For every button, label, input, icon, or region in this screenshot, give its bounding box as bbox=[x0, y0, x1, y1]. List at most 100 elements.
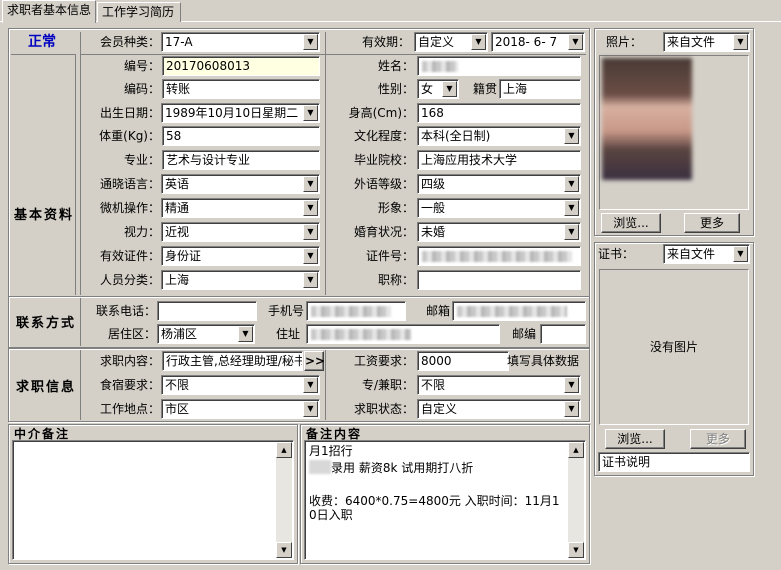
category-select[interactable]: 上海 ▼ bbox=[161, 270, 320, 290]
job-content-more-button[interactable]: >> bbox=[304, 351, 325, 371]
chevron-down-icon: ▼ bbox=[471, 34, 486, 50]
job-state-select[interactable]: 自定义 ▼ bbox=[417, 399, 581, 419]
category-label: 人员分类： bbox=[99, 273, 160, 287]
chevron-down-icon: ▼ bbox=[564, 377, 579, 393]
marriage-label: 婚育状况： bbox=[353, 225, 414, 239]
section-contact: 联系方式 bbox=[16, 316, 77, 331]
job-title-field[interactable] bbox=[417, 270, 581, 290]
certificate-number-field[interactable] bbox=[417, 246, 581, 266]
section-basic: 基本资料 bbox=[14, 208, 75, 223]
school-field[interactable]: 上海应用技术大学 bbox=[417, 150, 581, 170]
gender-select[interactable]: 女 ▼ bbox=[417, 79, 459, 99]
job-type-label: 专/兼职： bbox=[361, 378, 414, 392]
language-select[interactable]: 英语 ▼ bbox=[161, 174, 320, 194]
appearance-select[interactable]: 一般 ▼ bbox=[417, 198, 581, 218]
phone-field[interactable] bbox=[157, 301, 257, 321]
chevron-down-icon: ▼ bbox=[303, 248, 318, 264]
marriage-select[interactable]: 未婚 ▼ bbox=[417, 222, 581, 242]
chevron-down-icon: ▼ bbox=[564, 176, 579, 192]
validity-label: 有效期： bbox=[361, 35, 410, 49]
scrollbar[interactable]: ▲ ▼ bbox=[568, 442, 584, 558]
vision-select[interactable]: 近视 ▼ bbox=[161, 222, 320, 242]
code-label: 编码： bbox=[123, 82, 160, 96]
zip-label: 邮编 bbox=[511, 327, 536, 341]
certificate-type-label: 有效证件： bbox=[99, 249, 160, 263]
scroll-up-icon: ▲ bbox=[276, 442, 292, 458]
birth-label: 出生日期： bbox=[99, 106, 160, 120]
certificate-description-field[interactable]: 证书说明 bbox=[598, 452, 750, 472]
name-field[interactable] bbox=[417, 56, 581, 76]
validity-date-picker[interactable]: 2018- 6- 7 ▼ bbox=[491, 32, 585, 52]
chevron-down-icon: ▼ bbox=[733, 246, 748, 262]
note-line: 录用 薪资8k 试用期打八折 bbox=[331, 461, 474, 475]
chevron-down-icon: ▼ bbox=[568, 34, 583, 50]
chevron-down-icon: ▼ bbox=[564, 200, 579, 216]
job-type-select[interactable]: 不限 ▼ bbox=[417, 375, 581, 395]
zip-field[interactable] bbox=[540, 324, 586, 344]
height-label: 身高(Cm)： bbox=[348, 106, 414, 120]
email-label: 邮箱 bbox=[425, 304, 450, 318]
certificate-type-select[interactable]: 身份证 ▼ bbox=[161, 246, 320, 266]
chevron-down-icon: ▼ bbox=[564, 224, 579, 240]
major-label: 专业： bbox=[123, 153, 160, 167]
language-level-label: 外语等级： bbox=[353, 177, 414, 191]
certificate-image: 没有图片 bbox=[599, 269, 749, 425]
scrollbar[interactable]: ▲ ▼ bbox=[276, 442, 292, 558]
certificate-label: 证书： bbox=[598, 247, 635, 261]
chevron-down-icon: ▼ bbox=[564, 401, 579, 417]
mobile-field[interactable] bbox=[306, 301, 406, 321]
district-select[interactable]: 杨浦区 ▼ bbox=[157, 324, 255, 344]
photo-browse-button[interactable]: 浏览... bbox=[601, 213, 661, 233]
education-select[interactable]: 本科(全日制) ▼ bbox=[417, 126, 581, 146]
chevron-down-icon: ▼ bbox=[303, 200, 318, 216]
note-content-textarea[interactable]: 月1招行 录用 薪资8k 试用期打八折 收费：6400*0.75=4800元 入… bbox=[304, 440, 586, 560]
email-field[interactable] bbox=[452, 301, 586, 321]
chevron-down-icon: ▼ bbox=[303, 105, 318, 121]
note-line: 收费：6400*0.75=4800元 入职时间：11月10日入职 bbox=[309, 494, 560, 522]
language-label: 通晓语言： bbox=[99, 177, 160, 191]
scroll-up-icon: ▲ bbox=[568, 442, 584, 458]
job-state-label: 求职状态： bbox=[353, 402, 414, 416]
id-field[interactable]: 20170608013 bbox=[162, 56, 320, 76]
section-job: 求职信息 bbox=[16, 380, 77, 395]
chevron-down-icon: ▼ bbox=[303, 34, 318, 50]
member-type-select[interactable]: 17-A ▼ bbox=[161, 32, 320, 52]
salary-field[interactable]: 8000 bbox=[417, 351, 509, 371]
weight-field[interactable]: 58 bbox=[162, 126, 320, 146]
origin-label: 籍贯 bbox=[472, 82, 497, 96]
height-field[interactable]: 168 bbox=[417, 103, 581, 123]
certificate-number-label: 证件号： bbox=[365, 249, 414, 263]
language-level-select[interactable]: 四级 ▼ bbox=[417, 174, 581, 194]
status-label: 正常 bbox=[28, 34, 56, 50]
district-label: 居住区： bbox=[107, 327, 156, 341]
photo-source-select[interactable]: 来自文件 ▼ bbox=[663, 32, 750, 52]
gender-label: 性别： bbox=[377, 82, 414, 96]
location-select[interactable]: 市区 ▼ bbox=[161, 399, 320, 419]
phone-label: 联系电话： bbox=[95, 304, 156, 318]
code-field[interactable]: 转账 bbox=[162, 79, 320, 99]
member-type-label: 会员种类： bbox=[99, 35, 160, 49]
salary-label: 工资要求： bbox=[353, 354, 414, 368]
validity-mode-select[interactable]: 自定义 ▼ bbox=[414, 32, 488, 52]
photo-frame bbox=[599, 55, 749, 210]
lodging-select[interactable]: 不限 ▼ bbox=[161, 375, 320, 395]
pc-skill-select[interactable]: 精通 ▼ bbox=[161, 198, 320, 218]
certificate-more-button[interactable]: 更多 bbox=[690, 429, 746, 449]
applicant-photo bbox=[602, 58, 692, 180]
job-content-field[interactable]: 行政主管,总经理助理/秘书 bbox=[162, 351, 303, 371]
pc-skill-label: 微机操作： bbox=[99, 201, 160, 215]
origin-field[interactable]: 上海 bbox=[499, 79, 581, 99]
appearance-label: 形象： bbox=[377, 201, 414, 215]
certificate-source-select[interactable]: 来自文件 ▼ bbox=[663, 244, 750, 264]
birth-date-picker[interactable]: 1989年10月10日星期二 ▼ bbox=[161, 103, 320, 123]
tab-work-history[interactable]: 工作学习简历 bbox=[97, 2, 181, 22]
major-field[interactable]: 艺术与设计专业 bbox=[162, 150, 320, 170]
school-label: 毕业院校： bbox=[353, 153, 414, 167]
salary-hint: 填写具体数据 bbox=[507, 354, 580, 368]
vision-label: 视力： bbox=[123, 225, 160, 239]
certificate-browse-button[interactable]: 浏览... bbox=[605, 429, 665, 449]
photo-more-button[interactable]: 更多 bbox=[684, 213, 740, 233]
tab-basic-info[interactable]: 求职者基本信息 bbox=[2, 0, 96, 23]
agency-note-textarea[interactable]: ▲ ▼ bbox=[12, 440, 294, 560]
address-field[interactable] bbox=[306, 324, 500, 344]
